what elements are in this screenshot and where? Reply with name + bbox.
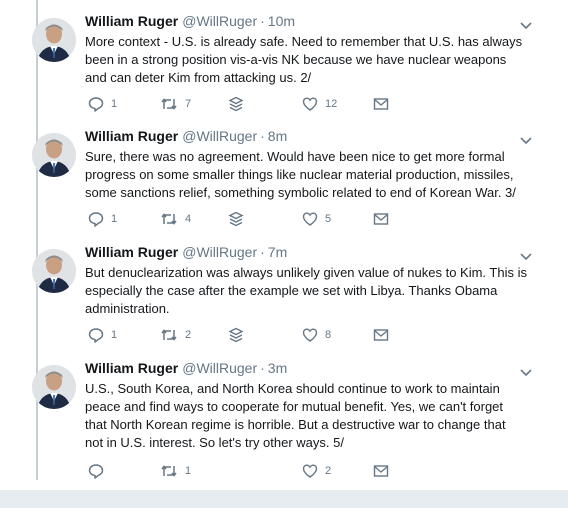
- tweet-header: William Ruger @WillRuger · 3m: [85, 360, 287, 376]
- tweet-header: William Ruger @WillRuger · 8m: [85, 128, 287, 144]
- reply-count: 1: [111, 213, 118, 225]
- chevron-down-icon[interactable]: [519, 365, 533, 377]
- envelope-icon: [373, 328, 389, 342]
- like-button[interactable]: 8: [302, 326, 331, 344]
- direct-message-button[interactable]: [373, 210, 389, 228]
- like-count: 8: [325, 329, 332, 341]
- tweet-text: Sure, there was no agreement. Would have…: [85, 149, 516, 200]
- retweet-count: 7: [185, 98, 192, 110]
- stack-button[interactable]: [228, 326, 244, 344]
- retweet-icon: [160, 211, 178, 227]
- envelope-icon: [373, 464, 389, 478]
- author-name[interactable]: William Ruger: [85, 128, 178, 144]
- stack-button[interactable]: [228, 95, 244, 113]
- tweet-text: But denuclearization was always unlikely…: [85, 265, 527, 316]
- like-count: 12: [325, 98, 338, 110]
- tweet[interactable]: William Ruger @WillRuger · 7m But denuclear…: [0, 231, 568, 346]
- timestamp[interactable]: 8m: [268, 128, 287, 144]
- avatar[interactable]: [32, 365, 76, 409]
- reply-icon: [88, 463, 104, 479]
- reply-icon: [88, 96, 104, 112]
- author-handle[interactable]: @WillRuger: [182, 244, 257, 260]
- retweet-button[interactable]: 4: [160, 210, 191, 228]
- stack-icon: [228, 96, 244, 112]
- author-handle[interactable]: @WillRuger: [182, 128, 257, 144]
- direct-message-button[interactable]: [373, 95, 389, 113]
- like-icon: [302, 463, 318, 479]
- tweet[interactable]: William Ruger @WillRuger · 10m More context…: [0, 0, 568, 115]
- timestamp[interactable]: 10m: [268, 13, 295, 29]
- like-button[interactable]: 12: [302, 95, 337, 113]
- tweet-actions: 1 4 5: [88, 210, 408, 230]
- reply-button[interactable]: 1: [88, 95, 117, 113]
- retweet-button[interactable]: 1: [160, 462, 191, 480]
- tweet-actions: 1 7 12: [88, 95, 408, 115]
- avatar[interactable]: [32, 18, 76, 62]
- reply-button[interactable]: 1: [88, 326, 117, 344]
- like-count: 2: [325, 465, 332, 477]
- avatar[interactable]: [32, 133, 76, 177]
- author-handle[interactable]: @WillRuger: [182, 360, 257, 376]
- retweet-icon: [160, 327, 178, 343]
- tweet-text: U.S., South Korea, and North Korea shoul…: [85, 381, 506, 450]
- like-icon: [302, 96, 318, 112]
- retweet-count: 2: [185, 329, 192, 341]
- tweet-actions: 1 2: [88, 462, 408, 482]
- stack-icon: [228, 211, 244, 227]
- direct-message-button[interactable]: [373, 462, 389, 480]
- retweet-button[interactable]: 2: [160, 326, 191, 344]
- timestamp[interactable]: 3m: [268, 360, 287, 376]
- like-count: 5: [325, 213, 332, 225]
- reply-button[interactable]: [88, 462, 111, 480]
- chevron-down-icon[interactable]: [519, 133, 533, 145]
- tweet-header: William Ruger @WillRuger · 10m: [85, 13, 295, 29]
- reply-icon: [88, 327, 104, 343]
- envelope-icon: [373, 212, 389, 226]
- reply-button[interactable]: 1: [88, 210, 117, 228]
- separator-dot: ·: [260, 128, 265, 144]
- chevron-down-icon[interactable]: [519, 18, 533, 30]
- tweet-actions: 1 2 8: [88, 326, 408, 346]
- tweet-text: More context - U.S. is already safe. Nee…: [85, 34, 523, 85]
- reply-icon: [88, 211, 104, 227]
- author-handle[interactable]: @WillRuger: [182, 13, 257, 29]
- direct-message-button[interactable]: [373, 326, 389, 344]
- stack-button[interactable]: [228, 210, 244, 228]
- retweet-count: 4: [185, 213, 192, 225]
- author-name[interactable]: William Ruger: [85, 13, 178, 29]
- retweet-button[interactable]: 7: [160, 95, 191, 113]
- timestamp[interactable]: 7m: [268, 244, 287, 260]
- retweet-icon: [160, 463, 178, 479]
- author-name[interactable]: William Ruger: [85, 360, 178, 376]
- envelope-icon: [373, 97, 389, 111]
- chevron-down-icon[interactable]: [519, 249, 533, 261]
- like-icon: [302, 327, 318, 343]
- reply-count: 1: [111, 329, 118, 341]
- separator-dot: ·: [260, 13, 265, 29]
- stack-icon: [228, 327, 244, 343]
- separator-dot: ·: [260, 244, 265, 260]
- like-button[interactable]: 2: [302, 462, 331, 480]
- retweet-icon: [160, 96, 178, 112]
- separator-dot: ·: [260, 360, 265, 376]
- avatar[interactable]: [32, 249, 76, 293]
- bottom-divider: [0, 490, 568, 508]
- author-name[interactable]: William Ruger: [85, 244, 178, 260]
- like-icon: [302, 211, 318, 227]
- retweet-count: 1: [185, 465, 192, 477]
- tweet[interactable]: William Ruger @WillRuger · 3m U.S., South K…: [0, 347, 568, 482]
- reply-count: 1: [111, 98, 118, 110]
- tweet[interactable]: William Ruger @WillRuger · 8m Sure, there w…: [0, 115, 568, 230]
- like-button[interactable]: 5: [302, 210, 331, 228]
- tweet-header: William Ruger @WillRuger · 7m: [85, 244, 287, 260]
